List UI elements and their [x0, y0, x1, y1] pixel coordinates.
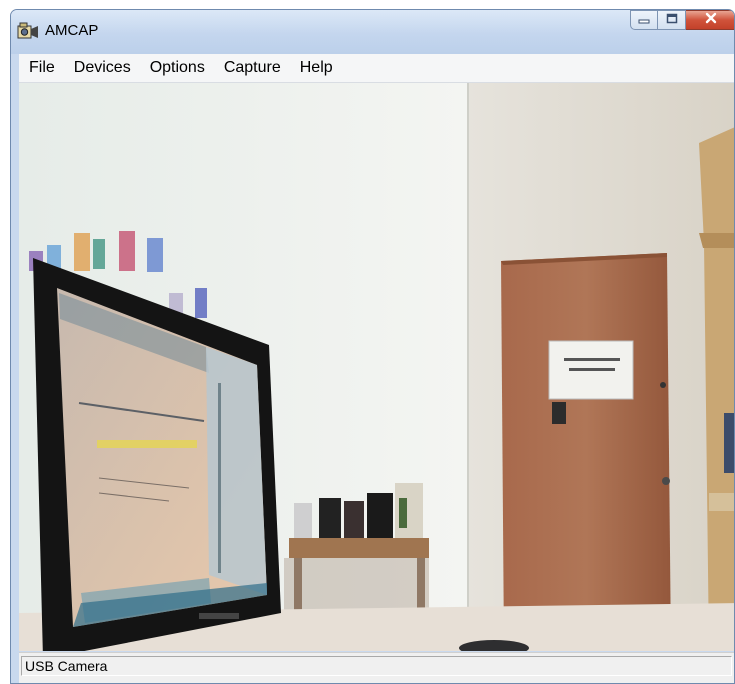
minimize-button[interactable]: [630, 10, 658, 30]
title-bar[interactable]: AMCAP: [11, 10, 734, 54]
camera-icon[interactable]: [17, 21, 39, 41]
camera-frame-image: [19, 83, 734, 651]
minimize-icon: [638, 11, 650, 29]
status-bar: USB Camera: [19, 652, 734, 683]
menu-devices[interactable]: Devices: [65, 59, 141, 77]
menu-bar: File Devices Options Capture Help: [19, 54, 734, 83]
menu-file[interactable]: File: [19, 59, 65, 77]
maximize-button[interactable]: [658, 10, 686, 30]
app-window: AMCAP File Devices Options Capture Help …: [10, 9, 735, 684]
status-text: USB Camera: [25, 658, 108, 674]
menu-capture[interactable]: Capture: [215, 59, 291, 77]
window-title: AMCAP: [45, 22, 99, 39]
caption-buttons: [630, 10, 734, 32]
status-panel: USB Camera: [21, 656, 732, 676]
menu-options[interactable]: Options: [141, 59, 215, 77]
maximize-icon: [666, 11, 678, 29]
close-button[interactable]: [686, 10, 734, 30]
menu-help[interactable]: Help: [291, 59, 343, 77]
close-icon: [704, 11, 718, 29]
video-preview: [19, 83, 734, 651]
